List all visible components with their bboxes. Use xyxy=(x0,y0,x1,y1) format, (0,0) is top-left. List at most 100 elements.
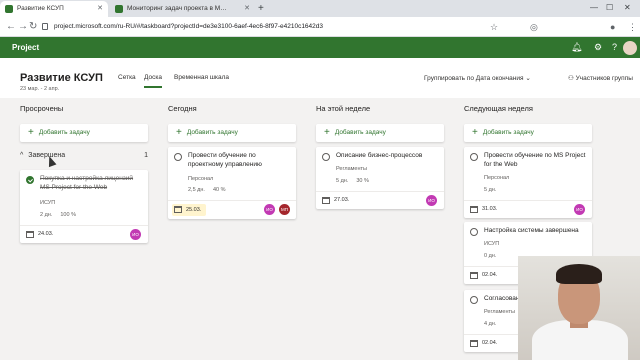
task-meta: 2,5 дн. 40 % xyxy=(188,187,234,193)
calendar-icon xyxy=(470,206,478,213)
add-task-button[interactable]: + Добавить задачу xyxy=(168,124,296,142)
add-task-button[interactable]: + Добавить задачу xyxy=(316,124,444,142)
help-icon[interactable]: ? xyxy=(612,37,617,58)
task-checkbox-icon[interactable] xyxy=(174,153,182,161)
add-task-button[interactable]: + Добавить задачу xyxy=(464,124,592,142)
bookmark-star-icon[interactable]: ☆ xyxy=(490,19,498,35)
calendar-icon xyxy=(470,340,478,347)
task-meta: 5 дн. xyxy=(484,187,504,193)
task-checkbox-icon[interactable] xyxy=(470,153,478,161)
task-card[interactable]: Покупка и настройка лицензий MS Project … xyxy=(20,170,148,243)
close-tab-icon[interactable]: ✕ xyxy=(97,1,103,17)
webcam-overlay xyxy=(518,256,640,360)
people-icon: ⚇ xyxy=(568,75,574,82)
task-card[interactable]: Провести обучение по MS Project for the … xyxy=(464,147,592,218)
browser-tab-2[interactable]: Мониторинг задач проекта в М… ✕ xyxy=(110,1,255,17)
task-title: Провести обучение по MS Project for the … xyxy=(484,152,586,168)
task-due-date: 27.03. xyxy=(334,197,350,203)
plus-icon: + xyxy=(28,127,34,138)
user-icon[interactable]: ● xyxy=(610,19,615,35)
app-name[interactable]: Project xyxy=(12,37,39,58)
address-bar: ← → ↻ project.microsoft.com/ru-RU/#/task… xyxy=(0,17,640,37)
task-due-date: 24.03. xyxy=(38,231,54,237)
task-footer: 31.03. ИО xyxy=(464,200,592,218)
board-column-overdue: Просрочены + Добавить задачу xyxy=(20,98,152,142)
completed-check-icon[interactable] xyxy=(26,176,34,184)
assignee-avatar[interactable]: ИО xyxy=(426,195,437,206)
calendar-icon xyxy=(322,197,330,204)
completed-count: 1 xyxy=(144,152,148,159)
page-title: Развитие КСУП xyxy=(20,72,103,84)
minimize-icon[interactable]: — xyxy=(590,0,598,16)
task-footer: 27.03. ИО xyxy=(316,191,444,209)
extension-icon[interactable]: ◎ xyxy=(530,19,538,35)
task-title: Покупка и настройка лицензий MS Project … xyxy=(40,175,134,191)
task-meta: 0 дн. xyxy=(484,253,504,259)
tab-board[interactable]: Доска xyxy=(144,74,162,88)
tab-timeline[interactable]: Временная шкала xyxy=(174,74,229,81)
close-window-icon[interactable]: ✕ xyxy=(624,0,631,16)
assignee-avatar[interactable]: ИО xyxy=(574,204,585,215)
bell-icon[interactable]: 🔔︎ xyxy=(571,37,582,58)
back-icon[interactable]: ← xyxy=(6,19,16,35)
tab-grid[interactable]: Сетка xyxy=(118,74,136,81)
chevron-down-icon: ⌄ xyxy=(525,75,531,82)
new-tab-button[interactable]: + xyxy=(258,1,264,16)
group-members-button[interactable]: ⚇ Участников группы xyxy=(568,74,633,82)
column-title: На этой неделе xyxy=(316,104,371,113)
browser-tab-1-label: Развитие КСУП xyxy=(17,5,64,12)
project-favicon-icon xyxy=(5,5,13,13)
assignee-avatar[interactable]: ИО xyxy=(130,229,141,240)
assignee-avatar[interactable]: МП xyxy=(279,204,290,215)
lock-icon xyxy=(42,23,48,30)
chevron-up-icon: ^ xyxy=(20,152,24,159)
task-duration: 0 дн. xyxy=(484,253,497,259)
task-progress: 30 % xyxy=(356,178,369,184)
board-column-this-week: На этой неделе + Добавить задачу xyxy=(316,98,448,142)
plus-icon: + xyxy=(324,127,330,138)
browser-tab-1[interactable]: Развитие КСУП ✕ xyxy=(0,1,108,17)
project-favicon-icon xyxy=(115,5,123,13)
plus-icon: + xyxy=(176,127,182,138)
completed-section-toggle[interactable]: ^ Завершена 1 xyxy=(20,152,148,159)
add-task-label: Добавить задачу xyxy=(186,129,238,136)
task-card[interactable]: Описание бизнес-процессов Регламенты 5 д… xyxy=(316,147,444,209)
group-by-dropdown[interactable]: Группировать по Дата окончания ⌄ xyxy=(424,74,531,82)
task-duration: 2,5 дн. xyxy=(188,187,205,193)
avatar[interactable] xyxy=(623,41,637,55)
gear-icon[interactable]: ⚙ xyxy=(594,37,602,58)
browser-tab-bar: Развитие КСУП ✕ Мониторинг задач проекта… xyxy=(0,0,640,17)
url-input[interactable]: project.microsoft.com/ru-RU/#/taskboard?… xyxy=(40,20,460,34)
url-text: project.microsoft.com/ru-RU/#/taskboard?… xyxy=(54,23,324,30)
task-title: Настройка системы завершена xyxy=(484,227,579,234)
task-progress: 100 % xyxy=(60,212,76,218)
task-card[interactable]: Провести обучение по проектному управлен… xyxy=(168,147,296,219)
menu-icon[interactable]: ⋮ xyxy=(628,19,637,35)
task-bucket: ИСУП xyxy=(484,241,500,247)
group-by-label: Группировать по Дата окончания xyxy=(424,75,524,82)
task-bucket: Персонал xyxy=(484,175,510,181)
column-title: Просрочены xyxy=(20,104,64,113)
forward-icon[interactable]: → xyxy=(18,19,28,35)
task-bucket: Регламенты xyxy=(336,166,367,172)
column-title: Сегодня xyxy=(168,104,197,113)
add-task-button[interactable]: + Добавить задачу xyxy=(20,124,148,142)
task-meta: 5 дн. 30 % xyxy=(336,178,377,184)
task-meta: 4 дн. xyxy=(484,321,504,327)
column-title: Следующая неделя xyxy=(464,104,533,113)
task-checkbox-icon[interactable] xyxy=(322,153,330,161)
task-duration: 5 дн. xyxy=(484,187,497,193)
close-tab-icon[interactable]: ✕ xyxy=(244,1,250,17)
task-footer: 25.03. ИО МП xyxy=(168,200,296,218)
task-checkbox-icon[interactable] xyxy=(470,228,478,236)
project-dates: 23 мар. - 2 апр. xyxy=(20,86,60,92)
app-bar: Project 🔔︎ ⚙ ? xyxy=(0,37,640,58)
task-due-date: 02.04. xyxy=(482,272,498,278)
task-progress: 40 % xyxy=(212,187,226,193)
task-duration: 2 дн. xyxy=(40,212,53,218)
task-checkbox-icon[interactable] xyxy=(470,296,478,304)
maximize-icon[interactable]: ☐ xyxy=(606,0,613,16)
reload-icon[interactable]: ↻ xyxy=(29,19,37,35)
add-task-label: Добавить задачу xyxy=(38,129,90,136)
assignee-avatar[interactable]: ИО xyxy=(264,204,275,215)
